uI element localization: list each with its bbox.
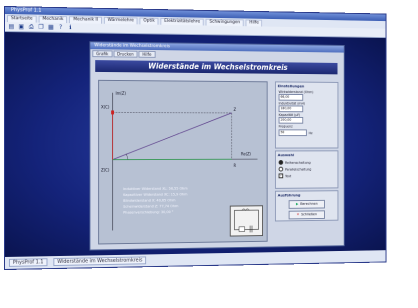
close-icon: ✕ <box>296 212 300 217</box>
child-window-title: Widerstände im Wechselstromkreis <box>94 43 171 50</box>
text-checkbox[interactable]: ✓ <box>278 173 284 179</box>
parallel-radio[interactable] <box>278 166 284 172</box>
settings-title: Einstellungen <box>277 83 305 89</box>
series-radio[interactable] <box>278 160 284 165</box>
inductive-marker <box>111 110 115 115</box>
frequency-unit: Hz <box>308 130 313 135</box>
inductance-field[interactable]: 180,00 <box>278 105 304 113</box>
calculate-button[interactable]: ▶ Berechnen <box>288 199 325 209</box>
parallel-label: Parallelschaltung <box>285 167 312 172</box>
tab-drucken[interactable]: Drucken <box>113 50 138 58</box>
x-axis-label: Re(Z) <box>241 151 251 156</box>
app-title: PhysProf 1.1 <box>10 7 42 14</box>
y-z-label: Z(C) <box>101 168 110 173</box>
frequency-field[interactable]: 50 <box>278 129 307 137</box>
impedance-vector <box>113 112 232 159</box>
y-axis-label: Im(Z) <box>115 91 126 96</box>
y-mid-label: X(C) <box>101 104 110 109</box>
calculate-icon: ▶ <box>295 202 299 206</box>
text-option[interactable]: ✓ Text <box>276 173 338 179</box>
close-label: Schließen <box>301 212 318 217</box>
calculate-label: Berechnen <box>300 201 318 206</box>
capacitance-label: Kapazität (µF) <box>278 113 301 117</box>
child-window: Widerstände im Wechselstromkreis Grafik … <box>89 41 345 251</box>
close-button[interactable]: ✕ Schließen <box>288 210 325 220</box>
series-option[interactable]: Reihenschaltung <box>276 160 338 165</box>
resistor-symbol <box>239 227 245 232</box>
control-panel: Einstellungen Wirkwiderstand (Ohm) 66,00… <box>274 81 339 239</box>
circuit-diagram <box>229 205 264 237</box>
paste-icon[interactable]: ▦ <box>47 24 54 31</box>
frequency-row: 50 Hz <box>278 129 338 137</box>
frequency-label: Frequenz <box>278 124 293 129</box>
options-group: Auswahl Reihenschaltung Parallelschaltun… <box>274 150 339 189</box>
print-icon[interactable]: ⎙ <box>28 23 35 30</box>
phase-angle-arc <box>126 154 128 160</box>
point-z-label: Z <box>234 107 237 112</box>
app-screen: PhysProf 1.1 Startseite Mechanik Mechani… <box>4 6 387 270</box>
settings-group: Einstellungen Wirkwiderstand (Ohm) 66,00… <box>274 81 339 149</box>
text-label: Text <box>285 173 292 178</box>
resistance-field[interactable]: 66,00 <box>278 93 304 101</box>
status-app[interactable]: PhysProf 1.1 <box>8 258 48 267</box>
actions-title: Ausführung <box>277 192 301 198</box>
circuit-loop <box>234 210 258 230</box>
phasor-plot: Im(Z) X(C) Z(C) Re(Z) R Z Induktiver Wid… <box>98 79 268 245</box>
save-icon[interactable]: ▣ <box>18 23 25 30</box>
actions-group: Ausführung ▶ Berechnen ✕ Schließen <box>274 190 339 222</box>
parallel-option[interactable]: Parallelschaltung <box>276 166 338 172</box>
resistance-label: Wirkwiderstand (Ohm) <box>278 90 314 95</box>
circuit-svg <box>231 206 262 235</box>
series-label: Reihenschaltung <box>285 160 311 165</box>
result-line: Phasenverschiebung: 30,00 ° <box>123 210 174 215</box>
tab-grafik[interactable]: Grafik <box>92 50 113 58</box>
copy-icon[interactable]: ❐ <box>38 24 45 31</box>
status-window[interactable]: Widerstände im Wechselstromkreis <box>53 256 147 267</box>
info-icon[interactable]: ℹ <box>67 24 74 31</box>
page-heading: Widerstände im Wechselstromkreis <box>95 60 338 75</box>
tab-hilfe[interactable]: Hilfe <box>138 50 156 58</box>
inductance-label: Induktivität (mH) <box>278 101 305 106</box>
capacitance-field[interactable]: 200,00 <box>278 116 304 124</box>
help-icon[interactable]: ? <box>57 24 64 31</box>
x-r-label: R <box>234 163 237 168</box>
open-icon[interactable]: ▤ <box>8 23 15 30</box>
options-title: Auswahl <box>277 152 295 158</box>
results-text: Induktiver Widerstand XL: 56,55 Ohm Kapa… <box>123 185 227 215</box>
